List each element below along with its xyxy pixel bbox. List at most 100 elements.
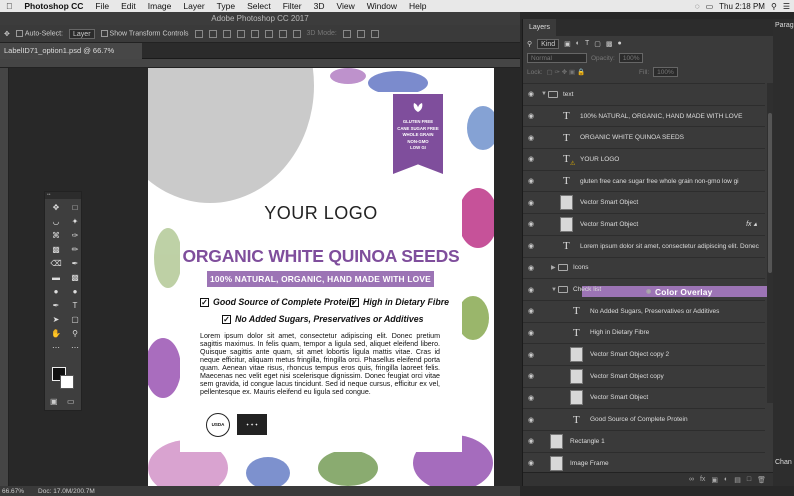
- menu-layer[interactable]: Layer: [177, 1, 210, 11]
- document-tab[interactable]: LabelID71_option1.psd @ 66.7% (CMYK/8) *: [0, 43, 142, 71]
- screen-mode-icon[interactable]: ▭: [67, 397, 75, 406]
- layer-row[interactable]: ◉ T Good Source of Complete Protein: [523, 408, 765, 430]
- auto-select-checkbox[interactable]: Auto-Select:: [15, 29, 63, 37]
- visibility-eye-icon[interactable]: ◉: [528, 372, 534, 380]
- visibility-eye-icon[interactable]: ◉: [528, 437, 534, 445]
- visibility-eye-icon[interactable]: ◉: [528, 177, 534, 185]
- lasso-tool-icon[interactable]: ◡: [47, 215, 65, 228]
- menu-file[interactable]: File: [89, 1, 115, 11]
- layer-row[interactable]: ◉ T No Added Sugars, Preservatives or Addi…: [523, 299, 765, 322]
- adjustment-icon[interactable]: ◐: [724, 476, 728, 483]
- filter-adjust-icon[interactable]: ◐: [576, 40, 580, 47]
- menu-window[interactable]: Window: [361, 1, 403, 11]
- visibility-eye-icon[interactable]: ◉: [528, 264, 534, 272]
- layer-row[interactable]: ◉ Rectangle 1: [523, 430, 765, 452]
- layer-row[interactable]: ◉ Tgluten free cane sugar free whole grai…: [523, 169, 765, 192]
- search-icon[interactable]: ⚲: [527, 40, 532, 48]
- filter-pixel-icon[interactable]: ▣: [564, 40, 571, 48]
- new-layer-icon[interactable]: □: [747, 476, 751, 483]
- quick-mask-icon[interactable]: ▣: [50, 397, 58, 406]
- menu-view[interactable]: View: [330, 1, 360, 11]
- visibility-eye-icon[interactable]: ◉: [528, 112, 534, 120]
- menubar-clock[interactable]: Thu 2:18 PM: [719, 2, 765, 11]
- blur-tool-icon[interactable]: ●: [47, 285, 65, 298]
- history-brush-icon[interactable]: ✒: [66, 257, 84, 270]
- tab-channels[interactable]: Chan: [775, 459, 792, 466]
- move-tool-icon[interactable]: ✥: [4, 30, 10, 38]
- visibility-eye-icon[interactable]: ◉: [528, 155, 534, 163]
- marquee-tool-icon[interactable]: □: [66, 201, 84, 214]
- visibility-eye-icon[interactable]: ◉: [528, 416, 534, 424]
- menu-app[interactable]: Photoshop CC: [18, 1, 89, 11]
- align-left-icon[interactable]: [236, 29, 245, 38]
- add-mask-icon[interactable]: ▣: [711, 476, 718, 484]
- edit-toolbar-icon[interactable]: ⋯: [66, 341, 84, 354]
- visibility-eye-icon[interactable]: ◉: [528, 134, 534, 142]
- layer-row[interactable]: ◉ T High in Dietary Fibre: [523, 321, 765, 344]
- align-right-icon[interactable]: [264, 29, 273, 38]
- visibility-eye-icon[interactable]: ◉: [528, 220, 534, 228]
- menu-image[interactable]: Image: [142, 1, 178, 11]
- layer-row[interactable]: ◉ Vector Smart Object: [523, 386, 765, 409]
- layer-row[interactable]: ◉ ▶ Icons: [523, 256, 765, 279]
- 3d-pan-icon[interactable]: [370, 29, 379, 38]
- visibility-eye-icon[interactable]: ◉: [528, 351, 534, 359]
- 3d-orbit-icon[interactable]: [342, 29, 351, 38]
- menu-3d[interactable]: 3D: [308, 1, 331, 11]
- filter-shape-icon[interactable]: ▢: [594, 40, 601, 48]
- layer-row[interactable]: ◉ T 100% NATURAL, ORGANIC, HAND MADE WITH …: [523, 104, 765, 127]
- link-layers-icon[interactable]: ∞: [689, 476, 694, 483]
- fx-icon[interactable]: fx: [700, 476, 705, 483]
- distribute-h-icon[interactable]: [292, 29, 301, 38]
- hand-tool-icon[interactable]: ✋: [47, 327, 65, 340]
- search-icon[interactable]: ⚲: [771, 2, 777, 11]
- transform-controls-checkbox[interactable]: Show Transform Controls: [100, 29, 189, 37]
- document-canvas[interactable]: GLUTEN FREE CANE SUGAR FREE WHOLE GRAIN …: [148, 68, 494, 486]
- visibility-eye-icon[interactable]: ◉: [528, 394, 534, 402]
- layer-row[interactable]: ◉ Vector Smart Object copy: [523, 364, 765, 387]
- battery-icon[interactable]: ▭: [706, 2, 714, 11]
- pen-tool-icon[interactable]: ✒: [47, 299, 65, 312]
- brush-tool-icon[interactable]: ✏: [66, 243, 84, 256]
- auto-select-dropdown[interactable]: Layer: [69, 28, 95, 39]
- visibility-eye-icon[interactable]: ◉: [528, 307, 534, 315]
- gradient-tool-icon[interactable]: ▩: [66, 271, 84, 284]
- layer-row[interactable]: ◉ Vector Smart Object: [523, 191, 765, 213]
- tab-layers[interactable]: Layers: [523, 19, 557, 36]
- layer-row[interactable]: ◉ ▼ text: [523, 83, 765, 105]
- zoom-tool-icon[interactable]: ⚲: [66, 327, 84, 340]
- visibility-eye-icon[interactable]: ◉: [528, 329, 534, 337]
- opacity-field[interactable]: 100%: [618, 53, 644, 63]
- shape-tool-icon[interactable]: ▢: [66, 313, 84, 326]
- dodge-tool-icon[interactable]: ●: [66, 285, 84, 298]
- expand-arrow-icon[interactable]: ▼: [551, 287, 557, 293]
- document-size[interactable]: Doc: 17.0M/200.7M: [38, 488, 95, 495]
- expand-arrow-icon[interactable]: ▼: [541, 91, 547, 97]
- layer-row[interactable]: ◉ T ORGANIC WHITE QUINOA SEEDS: [523, 126, 765, 148]
- menu-edit[interactable]: Edit: [115, 1, 142, 11]
- menu-type[interactable]: Type: [211, 1, 241, 11]
- fill-field[interactable]: 100%: [653, 67, 678, 77]
- visibility-eye-icon[interactable]: ◉: [528, 90, 534, 98]
- layer-row[interactable]: ◉ Vector Smart Object copy 2: [523, 343, 765, 365]
- wifi-icon[interactable]: ◌: [695, 2, 700, 11]
- visibility-eye-icon[interactable]: ◉: [528, 242, 534, 250]
- menu-select[interactable]: Select: [241, 1, 277, 11]
- layer-row[interactable]: ◉ Vector Smart Object fx ▴: [523, 213, 765, 235]
- background-color-swatch[interactable]: [60, 375, 74, 389]
- filter-type-icon[interactable]: T: [585, 40, 589, 47]
- visibility-eye-icon[interactable]: ◉: [528, 286, 534, 294]
- layer-row[interactable]: ◉ ▼ Check list: [523, 278, 765, 300]
- align-top-icon[interactable]: [194, 29, 203, 38]
- align-bottom-icon[interactable]: [222, 29, 231, 38]
- tab-paragraph[interactable]: Parag: [773, 19, 794, 32]
- menu-filter[interactable]: Filter: [277, 1, 308, 11]
- type-tool-icon[interactable]: T: [66, 299, 84, 312]
- delete-layer-icon[interactable]: 🗑: [757, 476, 766, 484]
- eraser-tool-icon[interactable]: ▬: [47, 271, 65, 284]
- lock-icons[interactable]: ▢ ✑ ✥ ▣ 🔒: [547, 68, 586, 76]
- magic-wand-icon[interactable]: ✦: [66, 215, 84, 228]
- distribute-icon[interactable]: [278, 29, 287, 38]
- expand-arrow-icon[interactable]: ▶: [551, 264, 556, 271]
- move-tool-icon[interactable]: ✥: [47, 201, 65, 214]
